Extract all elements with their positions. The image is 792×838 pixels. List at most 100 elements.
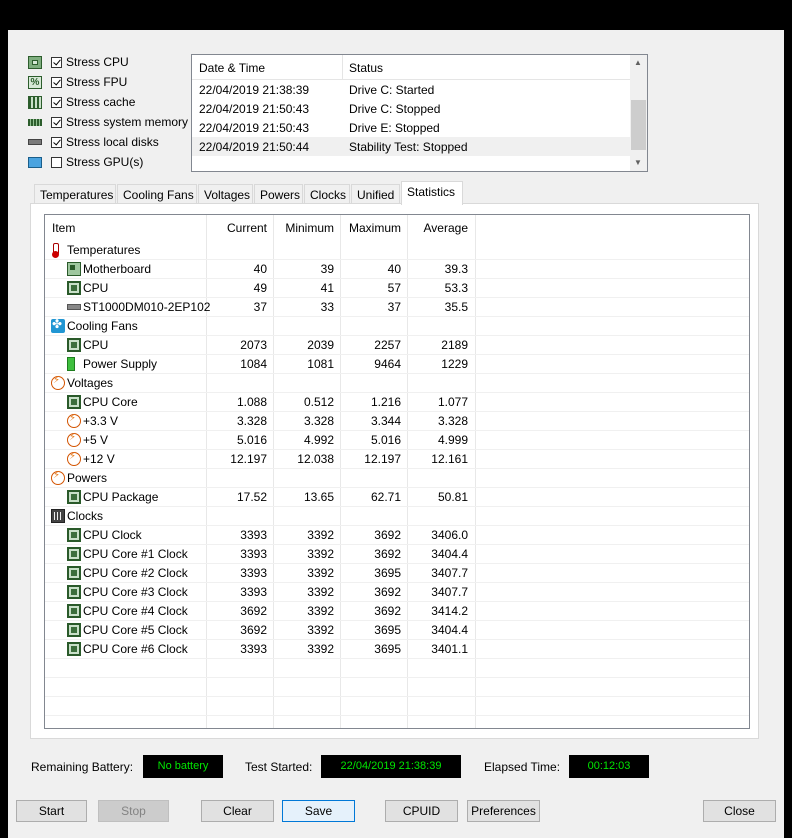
log-row-selected[interactable]: 22/04/2019 21:50:44 Stability Test: Stop… (192, 137, 632, 156)
empty-row (45, 678, 749, 697)
tab-statistics[interactable]: Statistics (401, 181, 463, 205)
item-label: Temperatures (67, 243, 141, 257)
log-row[interactable]: 22/04/2019 21:50:43 Drive C: Stopped (192, 99, 632, 118)
stress-memory-label: Stress system memory (66, 115, 189, 129)
minimum-value: 1081 (307, 357, 334, 371)
tab-powers[interactable]: Powers (254, 184, 303, 204)
statistics-row[interactable]: ST1000DM010-2EP102 37 33 37 35.5 (45, 298, 749, 317)
statistics-row[interactable]: CPU Clock 3393 3392 3692 3406.0 (45, 526, 749, 545)
average-value: 53.3 (444, 281, 468, 295)
item-label: ST1000DM010-2EP102 (83, 300, 211, 314)
statistics-row[interactable]: +3.3 V 3.328 3.328 3.344 3.328 (45, 412, 749, 431)
cpu-icon (67, 338, 81, 352)
log-header-status[interactable]: Status (349, 61, 383, 75)
minimum-value: 3392 (307, 528, 334, 542)
system-stability-test-window: Stress CPU % Stress FPU Stress cache Str… (8, 30, 784, 838)
header-current[interactable]: Current (206, 221, 267, 235)
stress-cpu-label: Stress CPU (66, 55, 129, 69)
minimum-value: 3392 (307, 642, 334, 656)
statistics-group-row[interactable]: Clocks (45, 507, 749, 526)
tab-unified[interactable]: Unified (351, 184, 400, 204)
tab-clocks[interactable]: Clocks (304, 184, 350, 204)
log-scrollbar[interactable]: ▲ ▼ (630, 55, 647, 171)
stress-disks-option[interactable]: Stress local disks (28, 133, 159, 151)
statistics-group-row[interactable]: Powers (45, 469, 749, 488)
statistics-row[interactable]: CPU Core #5 Clock 3692 3392 3695 3404.4 (45, 621, 749, 640)
stress-cache-checkbox[interactable] (51, 96, 62, 108)
current-value: 3393 (240, 585, 267, 599)
average-value: 35.5 (444, 300, 468, 314)
log-datetime: 22/04/2019 21:50:44 (199, 140, 310, 154)
header-item[interactable]: Item (52, 221, 75, 235)
log-datetime: 22/04/2019 21:50:43 (199, 121, 310, 135)
statistics-row[interactable]: CPU Core #4 Clock 3692 3392 3692 3414.2 (45, 602, 749, 621)
maximum-value: 2257 (374, 338, 401, 352)
stress-gpu-label: Stress GPU(s) (66, 155, 144, 169)
stress-memory-option[interactable]: Stress system memory (28, 113, 188, 131)
stress-cpu-checkbox[interactable] (51, 56, 62, 68)
current-value: 3692 (240, 604, 267, 618)
statistics-row[interactable]: CPU Core #6 Clock 3393 3392 3695 3401.1 (45, 640, 749, 659)
statistics-row[interactable]: +5 V 5.016 4.992 5.016 4.999 (45, 431, 749, 450)
statistics-row[interactable]: +12 V 12.197 12.038 12.197 12.161 (45, 450, 749, 469)
stress-fpu-checkbox[interactable] (51, 76, 62, 88)
log-scrollbar-thumb[interactable] (631, 100, 646, 150)
maximum-value: 37 (387, 300, 401, 314)
statistics-row[interactable]: CPU 2073 2039 2257 2189 (45, 336, 749, 355)
current-value: 12.197 (230, 452, 267, 466)
statistics-group-row[interactable]: Cooling Fans (45, 317, 749, 336)
tab-cooling-fans[interactable]: Cooling Fans (117, 184, 197, 204)
stress-memory-checkbox[interactable] (51, 116, 62, 128)
tab-temperatures[interactable]: Temperatures (34, 184, 116, 204)
statistics-table[interactable]: Item Current Minimum Maximum Average Tem… (44, 214, 750, 729)
header-average[interactable]: Average (407, 221, 468, 235)
log-row[interactable]: 22/04/2019 21:50:43 Drive E: Stopped (192, 118, 632, 137)
statistics-row[interactable]: CPU Core #1 Clock 3393 3392 3692 3404.4 (45, 545, 749, 564)
maximum-value: 3692 (374, 547, 401, 561)
scroll-up-arrow-icon[interactable]: ▲ (634, 58, 642, 67)
preferences-button[interactable]: Preferences (467, 800, 540, 822)
event-log-list[interactable]: Date & Time Status 22/04/2019 21:38:39 D… (191, 54, 648, 172)
stress-disks-checkbox[interactable] (51, 136, 62, 148)
stress-cache-option[interactable]: Stress cache (28, 93, 135, 111)
cpu-icon (67, 547, 81, 561)
log-row[interactable]: 22/04/2019 21:38:39 Drive C: Started (192, 80, 632, 99)
stress-gpu-option[interactable]: Stress GPU(s) (28, 153, 143, 171)
statistics-group-row[interactable]: Voltages (45, 374, 749, 393)
statistics-row[interactable]: CPU Core #3 Clock 3393 3392 3692 3407.7 (45, 583, 749, 602)
minimum-value: 0.512 (303, 395, 334, 409)
statistics-row[interactable]: Motherboard 40 39 40 39.3 (45, 260, 749, 279)
stress-fpu-option[interactable]: % Stress FPU (28, 73, 127, 91)
stress-cpu-option[interactable]: Stress CPU (28, 53, 129, 71)
average-value: 4.999 (437, 433, 468, 447)
header-maximum[interactable]: Maximum (340, 221, 401, 235)
save-button[interactable]: Save (282, 800, 355, 822)
tab-voltages[interactable]: Voltages (198, 184, 253, 204)
statistics-row[interactable]: Power Supply 1084 1081 9464 1229 (45, 355, 749, 374)
cpuid-button[interactable]: CPUID (385, 800, 458, 822)
test-started-label: Test Started: (245, 760, 313, 774)
scroll-down-arrow-icon[interactable]: ▼ (634, 158, 642, 167)
clear-button[interactable]: Clear (201, 800, 274, 822)
maximum-value: 9464 (374, 357, 401, 371)
log-header-datetime[interactable]: Date & Time (199, 61, 265, 75)
item-label: Cooling Fans (67, 319, 138, 333)
start-button[interactable]: Start (16, 800, 87, 822)
header-minimum[interactable]: Minimum (273, 221, 334, 235)
statistics-group-row[interactable]: Temperatures (45, 241, 749, 260)
statistics-row[interactable]: CPU 49 41 57 53.3 (45, 279, 749, 298)
stress-disks-label: Stress local disks (66, 135, 159, 149)
cpu-chip-icon (28, 55, 42, 69)
statistics-header: Item Current Minimum Maximum Average (45, 215, 749, 241)
statistics-row[interactable]: CPU Core #2 Clock 3393 3392 3695 3407.7 (45, 564, 749, 583)
stress-gpu-checkbox[interactable] (51, 156, 62, 168)
stop-button[interactable]: Stop (98, 800, 169, 822)
minimum-value: 39 (320, 262, 334, 276)
statistics-row[interactable]: CPU Package 17.52 13.65 62.71 50.81 (45, 488, 749, 507)
cpu-icon (67, 281, 81, 295)
maximum-value: 12.197 (364, 452, 401, 466)
close-button[interactable]: Close (703, 800, 776, 822)
statistics-row[interactable]: CPU Core 1.088 0.512 1.216 1.077 (45, 393, 749, 412)
current-value: 49 (253, 281, 267, 295)
log-header: Date & Time Status (192, 55, 632, 80)
